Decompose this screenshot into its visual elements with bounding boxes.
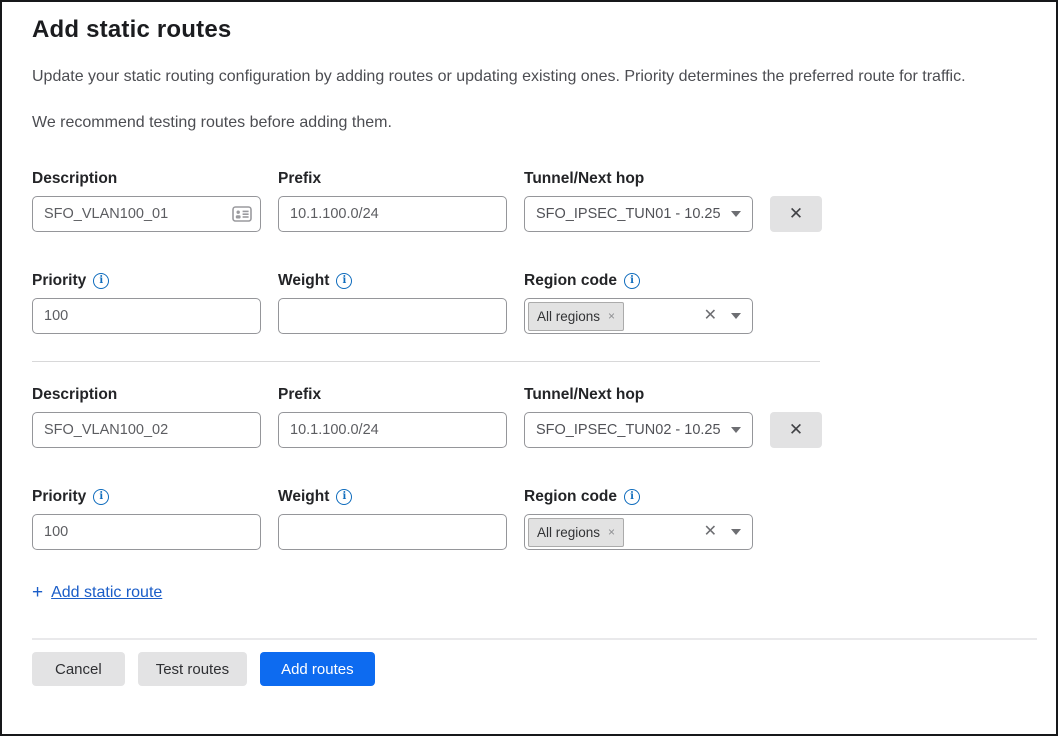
description-label: Description: [32, 170, 261, 188]
region-code-label: Region codei: [524, 272, 753, 290]
region-code-select[interactable]: All regions × ✕: [524, 514, 753, 550]
plus-icon: +: [32, 582, 43, 604]
region-chip[interactable]: All regions ×: [528, 518, 624, 547]
info-icon[interactable]: i: [93, 273, 109, 289]
priority-label: Priorityi: [32, 488, 261, 506]
info-icon[interactable]: i: [624, 489, 640, 505]
cancel-button[interactable]: Cancel: [32, 652, 125, 686]
region-code-field: Region codei All regions × ✕: [524, 272, 753, 334]
prefix-field: Prefix: [278, 386, 507, 448]
route-section-1: Description Prefix T: [32, 170, 1026, 334]
region-code-select[interactable]: All regions × ✕: [524, 298, 753, 334]
remove-route-button[interactable]: ✕: [770, 412, 822, 448]
route-divider: [32, 361, 820, 362]
tunnel-field: Tunnel/Next hop SFO_IPSEC_TUN01 - 10.25.…: [524, 170, 753, 232]
weight-label: Weighti: [278, 488, 507, 506]
description-field: Description: [32, 386, 261, 448]
recommendation-text: We recommend testing routes before addin…: [32, 114, 1026, 132]
weight-input[interactable]: [278, 298, 507, 334]
chip-remove-icon[interactable]: ×: [608, 526, 615, 538]
remove-route-button[interactable]: ✕: [770, 196, 822, 232]
weight-label: Weighti: [278, 272, 507, 290]
chip-remove-icon[interactable]: ×: [608, 310, 615, 322]
region-code-label: Region codei: [524, 488, 753, 506]
info-icon[interactable]: i: [93, 489, 109, 505]
weight-input[interactable]: [278, 514, 507, 550]
tunnel-label: Tunnel/Next hop: [524, 386, 753, 404]
priority-input[interactable]: [32, 298, 261, 334]
tunnel-select[interactable]: SFO_IPSEC_TUN02 - 10.25...: [524, 412, 753, 448]
description-input[interactable]: [32, 412, 261, 448]
footer-divider: [32, 638, 1037, 640]
priority-field: Priorityi: [32, 488, 261, 550]
priority-field: Priorityi: [32, 272, 261, 334]
description-input[interactable]: [32, 196, 261, 232]
prefix-label: Prefix: [278, 386, 507, 404]
prefix-label: Prefix: [278, 170, 507, 188]
region-chip-label: All regions: [537, 309, 600, 324]
prefix-field: Prefix: [278, 170, 507, 232]
weight-field: Weighti: [278, 272, 507, 334]
dropdown-caret-icon: [731, 427, 741, 433]
priority-label: Priorityi: [32, 272, 261, 290]
autofill-contact-card-icon[interactable]: [232, 206, 252, 222]
close-icon: ✕: [789, 420, 803, 440]
region-chip-label: All regions: [537, 525, 600, 540]
add-static-route-link[interactable]: Add static route: [51, 584, 162, 602]
region-code-field: Region codei All regions × ✕: [524, 488, 753, 550]
dropdown-caret-icon: [731, 211, 741, 217]
description-field: Description: [32, 170, 261, 232]
page-title: Add static routes: [32, 16, 1026, 44]
route-section-2: Description Prefix Tunnel/Next hop SFO_I…: [32, 386, 1026, 550]
clear-selection-icon[interactable]: ✕: [704, 308, 717, 324]
close-icon: ✕: [789, 204, 803, 224]
description-label: Description: [32, 386, 261, 404]
info-icon[interactable]: i: [624, 273, 640, 289]
dropdown-caret-icon: [731, 529, 741, 535]
tunnel-field: Tunnel/Next hop SFO_IPSEC_TUN02 - 10.25.…: [524, 386, 753, 448]
tunnel-select-value: SFO_IPSEC_TUN01 - 10.25...: [536, 206, 721, 222]
prefix-input[interactable]: [278, 196, 507, 232]
intro-text: Update your static routing configuration…: [32, 68, 1026, 86]
add-routes-button[interactable]: Add routes: [260, 652, 375, 686]
test-routes-button[interactable]: Test routes: [138, 652, 247, 686]
tunnel-select-value: SFO_IPSEC_TUN02 - 10.25...: [536, 422, 721, 438]
tunnel-label: Tunnel/Next hop: [524, 170, 753, 188]
footer-actions: Cancel Test routes Add routes: [32, 652, 1026, 686]
clear-selection-icon[interactable]: ✕: [704, 524, 717, 540]
info-icon[interactable]: i: [336, 489, 352, 505]
info-icon[interactable]: i: [336, 273, 352, 289]
weight-field: Weighti: [278, 488, 507, 550]
region-chip[interactable]: All regions ×: [528, 302, 624, 331]
dropdown-caret-icon: [731, 313, 741, 319]
tunnel-select[interactable]: SFO_IPSEC_TUN01 - 10.25...: [524, 196, 753, 232]
priority-input[interactable]: [32, 514, 261, 550]
prefix-input[interactable]: [278, 412, 507, 448]
